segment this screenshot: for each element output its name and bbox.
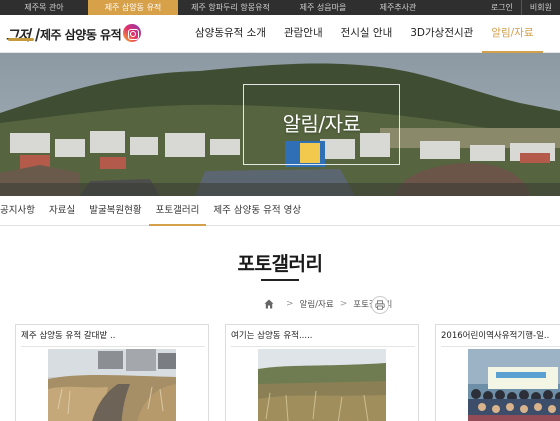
print-icon — [375, 300, 385, 310]
site-link-jejumok[interactable]: 제주목 관아 — [0, 0, 88, 15]
subnav-item-archive[interactable]: 자료실 — [42, 196, 82, 226]
site-header: 그저ㅣ 제주 삼양동 유적 삼양동유적 소개 관람안내 전시실 안내 3D가상전… — [0, 15, 560, 53]
children-group-photo[interactable] — [468, 349, 560, 421]
site-link-hangpaduri[interactable]: 제주 항파두리 항몽유적 — [178, 0, 283, 15]
gallery-card[interactable]: 2016어린이역사유적기행-일.. — [435, 324, 560, 421]
sub-navigation: 공지사항 자료실 발굴복원현황 포토갤러리 제주 삼양동 유적 영상 — [0, 196, 560, 226]
nav-item-3d-gallery[interactable]: 3D가상전시관 — [401, 15, 482, 53]
pampas-grass-path-photo[interactable] — [48, 349, 176, 421]
breadcrumb-separator: > — [286, 299, 294, 309]
site-link-samyang[interactable]: 제주 삼양동 유적 — [88, 0, 178, 15]
signup-link[interactable]: 비회원 — [520, 0, 560, 15]
breadcrumb-separator: > — [339, 299, 348, 309]
pampas-grass-field-photo[interactable] — [258, 349, 386, 421]
nav-item-intro[interactable]: 삼양동유적 소개 — [186, 15, 275, 53]
breadcrumb-level1[interactable]: 알림/자료 — [300, 298, 334, 310]
gallery-card[interactable]: 여기는 삼양동 유적..... — [225, 324, 419, 421]
hero-banner: 알림/자료 — [0, 53, 560, 196]
card-divider — [441, 346, 560, 347]
gallery-card-title[interactable]: 여기는 삼양동 유적..... — [231, 329, 415, 341]
print-button[interactable] — [371, 296, 389, 314]
subnav-item-video[interactable]: 제주 삼양동 유적 영상 — [206, 196, 308, 226]
top-utility-bar: 제주목 관아 제주 삼양동 유적 제주 항파두리 항몽유적 제주 성읍마을 제주… — [0, 0, 560, 15]
card-divider — [21, 346, 205, 347]
nav-item-notice-data[interactable]: 알림/자료 — [482, 15, 543, 53]
site-logo-text[interactable]: 제주 삼양동 유적 — [40, 26, 122, 43]
login-link[interactable]: 로그인 — [483, 0, 521, 15]
logo-mark[interactable]: 그저ㅣ — [6, 25, 43, 45]
subnav-item-photo-gallery[interactable]: 포토갤러리 — [148, 196, 207, 226]
home-icon[interactable] — [264, 299, 274, 309]
site-link-seongeup[interactable]: 제주 성읍마을 — [283, 0, 363, 15]
instagram-icon[interactable] — [123, 24, 141, 42]
subnav-item-excavation[interactable]: 발굴복원현황 — [82, 196, 148, 226]
nav-item-visit-guide[interactable]: 관람안내 — [275, 15, 332, 53]
gallery-card[interactable]: 제주 삼양동 유적 갈대밭 .. — [15, 324, 209, 421]
subnav-item-notice[interactable]: 공지사항 — [0, 196, 42, 226]
card-divider — [231, 346, 415, 347]
logo-underline — [8, 38, 34, 41]
nav-item-exhibition[interactable]: 전시실 안내 — [332, 15, 402, 53]
title-underline — [261, 279, 299, 281]
banner-title: 알림/자료 — [282, 112, 361, 136]
page-title: 포토갤러리 — [237, 253, 323, 275]
gallery-card-title[interactable]: 2016어린이역사유적기행-일.. — [441, 329, 560, 341]
main-navigation: 삼양동유적 소개 관람안내 전시실 안내 3D가상전시관 알림/자료 — [186, 15, 543, 53]
logo-mark-text: 그저ㅣ — [6, 28, 43, 44]
site-link-chusa[interactable]: 제주추사관 — [363, 0, 433, 15]
gallery-card-title[interactable]: 제주 삼양동 유적 갈대밭 .. — [21, 329, 205, 341]
